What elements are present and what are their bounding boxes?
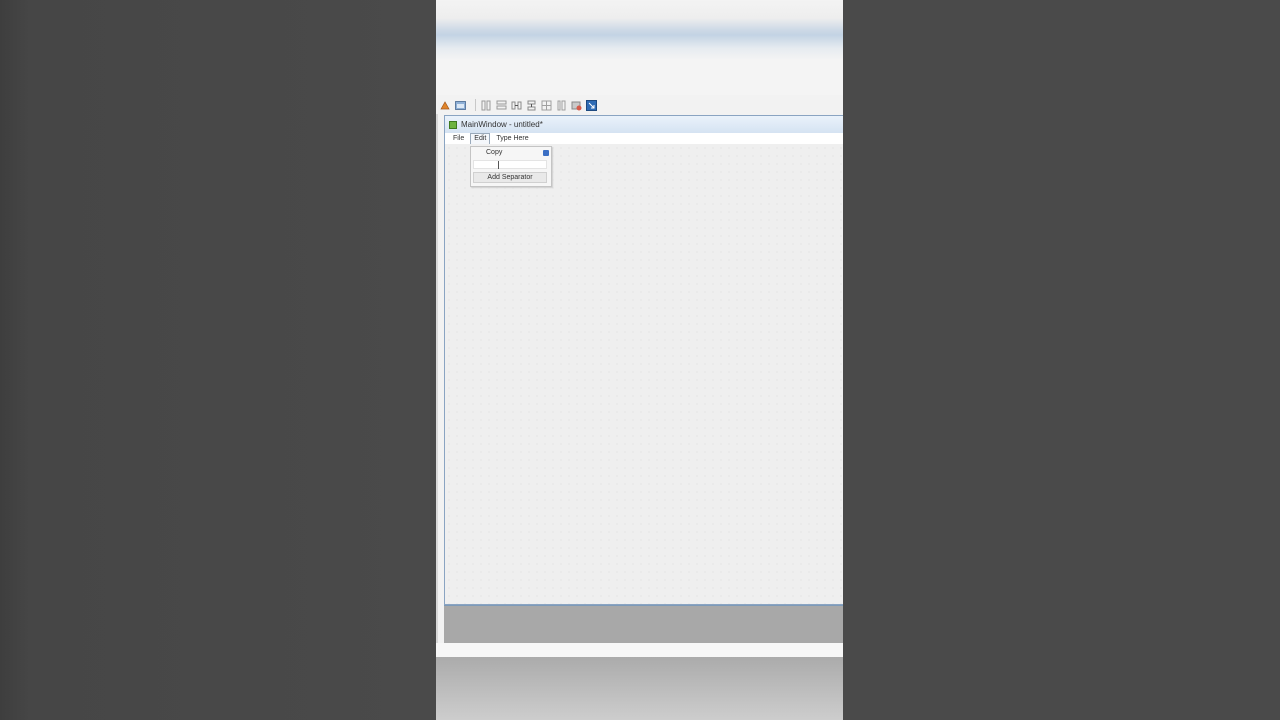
form-bottom-area (444, 605, 843, 643)
letterbox-right (843, 0, 1280, 720)
letterbox-left (0, 0, 436, 720)
lay-out-grid-icon[interactable] (541, 100, 552, 111)
pin-icon[interactable] (543, 150, 549, 156)
lay-out-vertically-icon[interactable] (496, 100, 507, 111)
lay-out-vertical-splitter-icon[interactable] (526, 100, 537, 111)
edit-signals-icon[interactable] (440, 100, 451, 111)
toolbar-separator (475, 99, 476, 111)
break-layout-icon[interactable] (571, 100, 582, 111)
designer-screen: MainWindow - untitled* File Edit Type He… (436, 0, 843, 720)
menu-edit[interactable]: Edit (470, 132, 491, 145)
form-toolbar (436, 96, 843, 114)
menu-type-here[interactable]: Type Here (492, 133, 532, 145)
lay-out-horizontally-icon[interactable] (481, 100, 492, 111)
edit-widgets-icon[interactable] (455, 100, 466, 111)
add-separator-button[interactable]: Add Separator (473, 172, 547, 183)
lay-out-form-icon[interactable] (556, 100, 567, 111)
canvas-edge (436, 114, 438, 644)
bottom-strip (436, 643, 843, 657)
text-cursor-icon (498, 161, 499, 169)
form-titlebar: MainWindow - untitled* (445, 116, 843, 133)
form-menubar: File Edit Type Here (445, 132, 843, 145)
designer-header-band (436, 0, 843, 95)
edit-menu-dropdown: Copy Add Separator (470, 146, 552, 187)
lay-out-horizontal-splitter-icon[interactable] (511, 100, 522, 111)
new-action-field[interactable] (473, 160, 547, 169)
form-canvas[interactable] (445, 144, 843, 604)
adjust-size-icon[interactable] (586, 99, 597, 111)
bottom-band (436, 657, 843, 720)
mainwindow-form[interactable]: MainWindow - untitled* File Edit Type He… (444, 115, 843, 605)
menu-action-copy[interactable]: Copy (486, 149, 502, 156)
menu-file[interactable]: File (449, 133, 468, 145)
window-icon (449, 120, 457, 129)
window-title: MainWindow - untitled* (461, 120, 543, 129)
